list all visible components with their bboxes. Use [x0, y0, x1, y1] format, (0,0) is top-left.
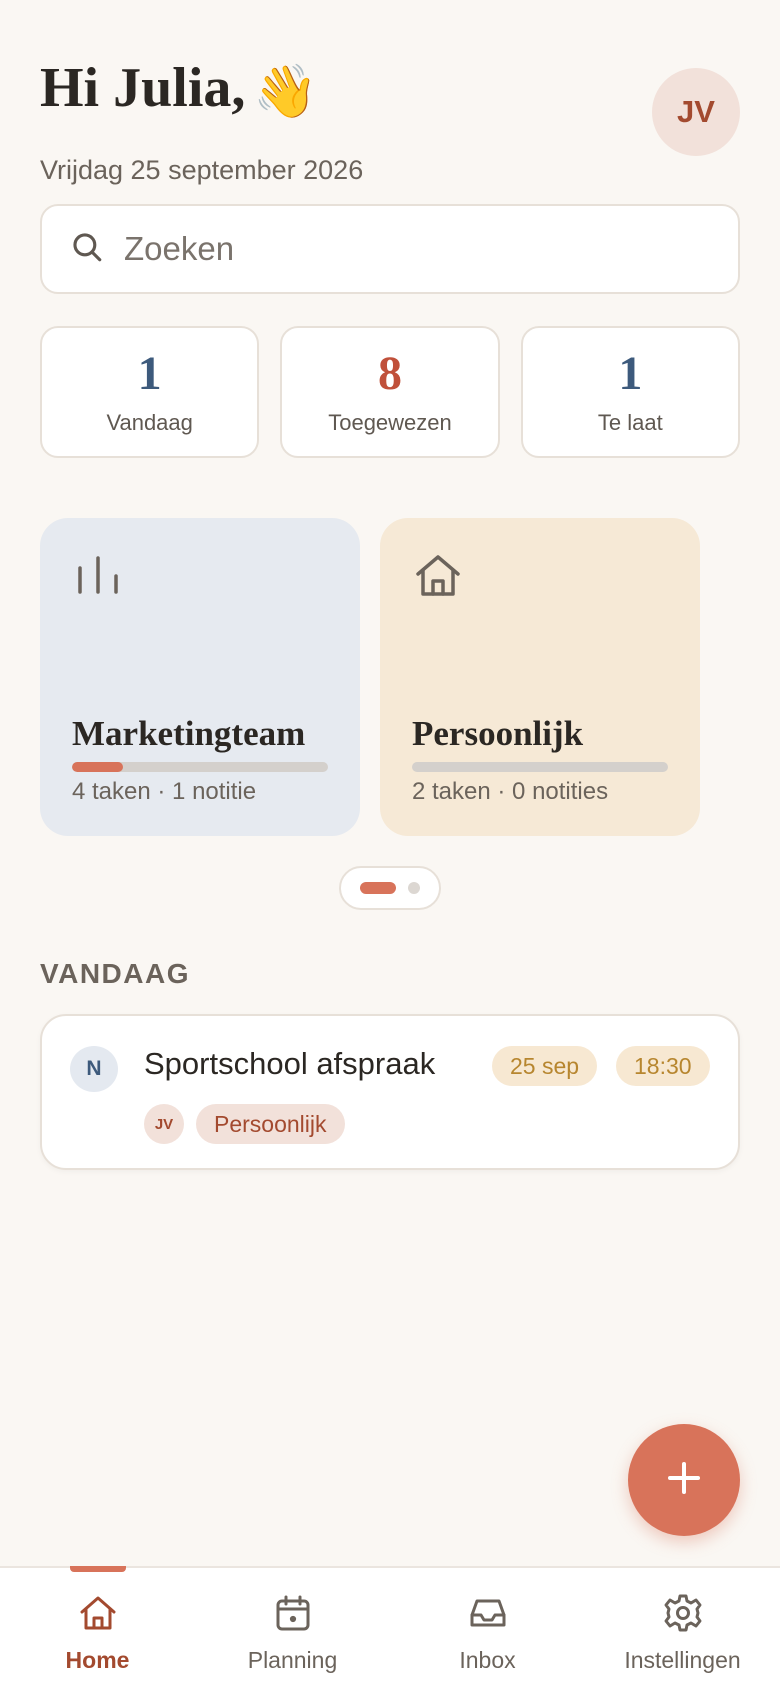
- project-title: Marketingteam: [72, 714, 306, 753]
- task-time-pill: 18:30: [616, 1046, 710, 1086]
- home-icon: [77, 1592, 119, 1639]
- project-title: Persoonlijk: [412, 714, 584, 753]
- header: Hi Julia, 👋 Vrijdag 25 september 2026 JV: [40, 52, 740, 185]
- nav-label-settings: Instellingen: [624, 1647, 741, 1673]
- priority-badge: N: [70, 1046, 118, 1092]
- stat-value-today: 1: [137, 347, 162, 400]
- add-button[interactable]: [628, 1424, 740, 1536]
- task-title: Sportschool afspraak: [144, 1046, 436, 1081]
- carousel-pagination[interactable]: [339, 866, 441, 910]
- project-card-persoonlijk[interactable]: Persoonlijk 2 taken · 0 notities: [380, 518, 700, 836]
- stat-value-overdue: 1: [618, 347, 643, 400]
- gear-icon: [662, 1592, 704, 1639]
- page-dot-active[interactable]: [360, 882, 396, 894]
- search-icon: [70, 230, 104, 269]
- nav-item-settings[interactable]: Instellingen: [585, 1568, 780, 1688]
- search-bar[interactable]: [40, 204, 740, 294]
- nav-label-planning: Planning: [247, 1647, 338, 1673]
- stat-label-overdue: Te laat: [597, 410, 663, 435]
- project-meta: 4 taken · 1 notitie: [72, 778, 257, 805]
- current-date: Vrijdag 25 september 2026: [40, 155, 364, 186]
- stat-card-assigned[interactable]: 8 Toegewezen: [280, 326, 500, 458]
- nav-item-inbox[interactable]: Inbox: [390, 1568, 585, 1688]
- nav-label-inbox: Inbox: [459, 1647, 516, 1673]
- plus-icon: [664, 1458, 704, 1503]
- bottom-navigation: Home Planning Inbox Instellingen: [0, 1566, 780, 1688]
- nav-item-planning[interactable]: Planning: [195, 1568, 390, 1688]
- nav-label-home: Home: [65, 1647, 130, 1673]
- section-title-today: VANDAAG: [40, 958, 190, 989]
- project-carousel[interactable]: Marketingteam 4 taken · 1 notitie Persoo…: [40, 518, 780, 838]
- project-meta: 2 taken · 0 notities: [412, 778, 609, 805]
- inbox-icon: [467, 1592, 509, 1639]
- project-progress-bar: [72, 762, 328, 772]
- user-avatar[interactable]: JV: [652, 68, 740, 156]
- assignee-avatar: JV: [144, 1104, 184, 1144]
- project-progress-bar: [412, 762, 668, 772]
- task-tag[interactable]: Persoonlijk: [196, 1104, 345, 1144]
- task-card[interactable]: N Sportschool afspraak 25 sep 18:30 JV P…: [40, 1014, 740, 1170]
- stat-card-today[interactable]: 1 Vandaag: [40, 326, 260, 458]
- greeting-title: Hi Julia, 👋: [40, 52, 740, 129]
- stat-value-assigned: 8: [377, 347, 402, 400]
- stat-label-today: Vandaag: [106, 410, 193, 435]
- task-date-pill: 25 sep: [492, 1046, 598, 1086]
- stats-row: 1 Vandaag 8 Toegewezen 1 Te laat: [40, 326, 740, 458]
- wave-emoji-icon: 👋: [253, 64, 319, 122]
- project-progress-fill: [72, 762, 124, 772]
- search-input[interactable]: [124, 230, 684, 268]
- page-dot[interactable]: [408, 882, 420, 894]
- stat-card-overdue[interactable]: 1 Te laat: [520, 326, 740, 458]
- greeting-text: Hi Julia,: [40, 57, 246, 119]
- bar-chart-icon: [72, 556, 124, 606]
- home-icon: [412, 555, 464, 606]
- calendar-icon: [272, 1592, 314, 1639]
- stat-label-assigned: Toegewezen: [328, 410, 452, 435]
- active-tab-indicator: [69, 1566, 126, 1572]
- project-card-marketingteam[interactable]: Marketingteam 4 taken · 1 notitie: [40, 518, 360, 836]
- nav-item-home[interactable]: Home: [0, 1566, 195, 1688]
